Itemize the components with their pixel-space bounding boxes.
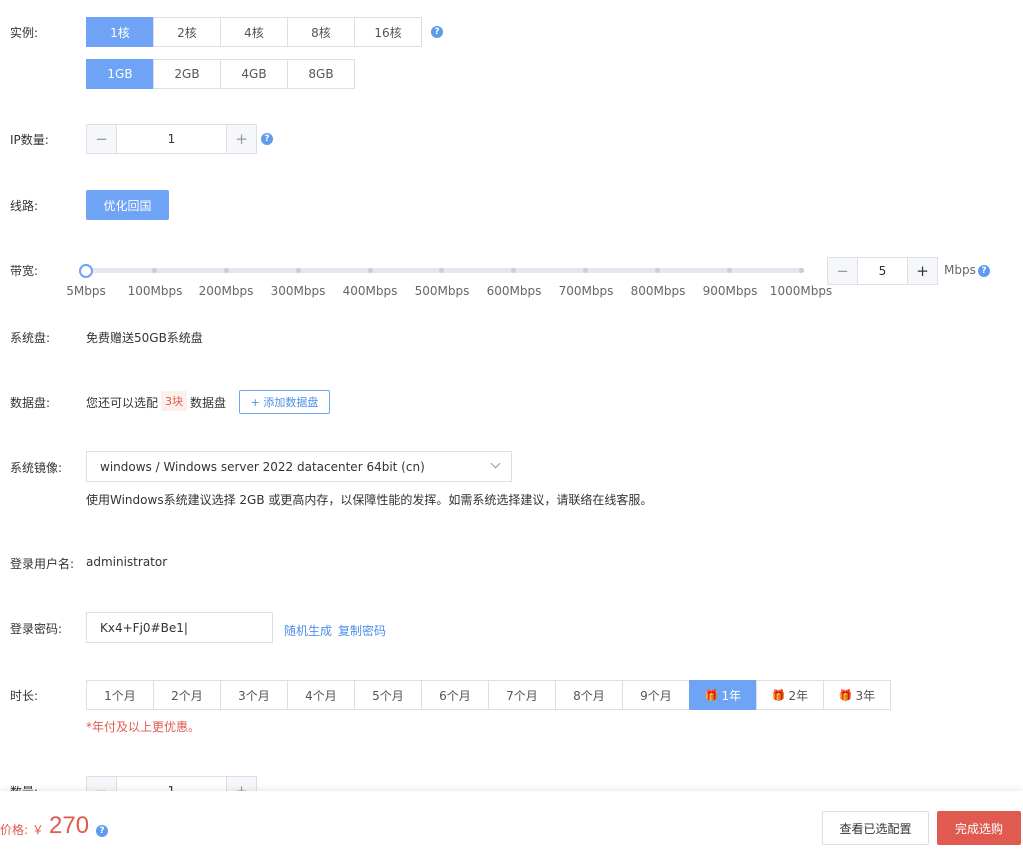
core-option-1[interactable]: 1核 [86,17,154,47]
system-disk-text: 免费赠送50GB系统盘 [86,331,203,345]
slider-tick [655,268,660,273]
duration-option-7m[interactable]: 7个月 [488,680,556,710]
bandwidth-decrement-button[interactable]: − [828,258,858,284]
bandwidth-stepper: − 5 + [827,257,938,285]
duration-option-4m[interactable]: 4个月 [287,680,355,710]
slider-tick-label: 700Mbps [558,284,614,298]
ip-count-value[interactable]: 1 [117,125,226,153]
image-label: 系统镜像: [10,461,63,475]
data-disk-suffix: 数据盘 [190,396,227,410]
gift-icon: 🎁 [771,688,786,702]
duration-option-1y[interactable]: 🎁 1年 [689,680,757,710]
ip-increment-button[interactable]: + [226,125,256,153]
username-label: 登录用户名: [10,557,75,571]
slider-tick-label: 100Mbps [127,284,183,298]
password-label: 登录密码: [10,622,63,636]
checkout-button[interactable]: 完成选购 [937,811,1021,845]
bandwidth-slider-track[interactable] [86,268,804,273]
price-value: 270 [49,812,90,839]
duration-note: *年付及以上更优惠。 [86,720,201,734]
price-label: 价格: ￥ [0,823,44,837]
copy-password-link[interactable]: 复制密码 [338,622,386,639]
data-disk-label: 数据盘: [10,396,51,410]
ip-count-label: IP数量: [10,133,49,147]
line-option-optimized[interactable]: 优化回国 [86,190,169,220]
bandwidth-slider-handle[interactable] [79,264,93,278]
slider-tick [727,268,732,273]
slider-tick [296,268,301,273]
data-disk-count-badge: 3块 [161,391,187,411]
core-option-8[interactable]: 8核 [287,17,355,47]
help-icon[interactable]: ? [96,825,108,837]
duration-option-label: 2年 [788,688,809,703]
slider-tick [224,268,229,273]
duration-option-5m[interactable]: 5个月 [354,680,422,710]
slider-tick [368,268,373,273]
duration-option-2y[interactable]: 🎁 2年 [756,680,824,710]
duration-option-label: 3年 [855,688,876,703]
memory-option-2gb[interactable]: 2GB [153,59,221,89]
duration-option-3m[interactable]: 3个月 [220,680,288,710]
slider-tick [511,268,516,273]
image-select[interactable]: windows / Windows server 2022 datacenter… [86,451,512,482]
chevron-down-icon [490,458,501,469]
help-icon[interactable]: ? [431,26,443,38]
view-config-button[interactable]: 查看已选配置 [822,811,929,845]
system-disk-label: 系统盘: [10,331,51,345]
instance-label: 实例: [10,26,39,40]
slider-tick [439,268,444,273]
add-data-disk-button[interactable]: + 添加数据盘 [239,390,330,414]
slider-tick-label: 500Mbps [414,284,470,298]
duration-option-label: 1年 [721,688,742,703]
memory-option-1gb[interactable]: 1GB [86,59,154,89]
slider-tick-label: 1000Mbps [769,284,833,298]
slider-tick-label: 900Mbps [702,284,758,298]
duration-option-1m[interactable]: 1个月 [86,680,154,710]
slider-tick-label: 5Mbps [66,284,106,298]
duration-label: 时长: [10,689,39,703]
line-label: 线路: [10,199,39,213]
slider-tick [152,268,157,273]
bandwidth-label: 带宽: [10,264,39,278]
bandwidth-value[interactable]: 5 [858,258,907,284]
data-disk-prefix: 您还可以选配 [86,396,159,410]
help-icon[interactable]: ? [261,133,273,145]
duration-option-6m[interactable]: 6个月 [421,680,489,710]
slider-tick [799,268,804,273]
duration-option-9m[interactable]: 9个月 [622,680,690,710]
password-input[interactable]: Kx4+Fj0#Be1| [86,612,273,643]
core-option-2[interactable]: 2核 [153,17,221,47]
memory-option-4gb[interactable]: 4GB [220,59,288,89]
core-option-16[interactable]: 16核 [354,17,422,47]
image-select-value: windows / Windows server 2022 datacenter… [100,459,425,474]
duration-option-8m[interactable]: 8个月 [555,680,623,710]
duration-option-3y[interactable]: 🎁 3年 [823,680,891,710]
username-value: administrator [86,555,168,569]
memory-option-8gb[interactable]: 8GB [287,59,355,89]
image-note: 使用Windows系统建议选择 2GB 或更高内存，以保障性能的发挥。如需系统选… [86,493,653,507]
bandwidth-unit: Mbps [944,263,976,277]
slider-tick-label: 300Mbps [270,284,326,298]
slider-tick-label: 400Mbps [342,284,398,298]
core-option-4[interactable]: 4核 [220,17,288,47]
slider-tick-label: 800Mbps [630,284,686,298]
help-icon[interactable]: ? [978,265,990,277]
ip-count-stepper: − 1 + [86,124,257,154]
random-password-link[interactable]: 随机生成 [284,622,332,639]
memory-selector: 1GB 2GB 4GB 8GB [86,59,355,89]
gift-icon: 🎁 [704,688,719,702]
ip-decrement-button[interactable]: − [87,125,117,153]
slider-tick [583,268,588,273]
bandwidth-increment-button[interactable]: + [907,258,937,284]
cores-selector: 1核 2核 4核 8核 16核 [86,17,422,47]
duration-selector: 1个月 2个月 3个月 4个月 5个月 6个月 7个月 8个月 9个月 🎁 1年 … [86,680,891,710]
duration-option-2m[interactable]: 2个月 [153,680,221,710]
slider-tick-label: 200Mbps [198,284,254,298]
footer-bar: 价格: ￥ 270 ? 查看已选配置 完成选购 [0,791,1023,851]
gift-icon: 🎁 [838,688,853,702]
slider-tick-label: 600Mbps [486,284,542,298]
